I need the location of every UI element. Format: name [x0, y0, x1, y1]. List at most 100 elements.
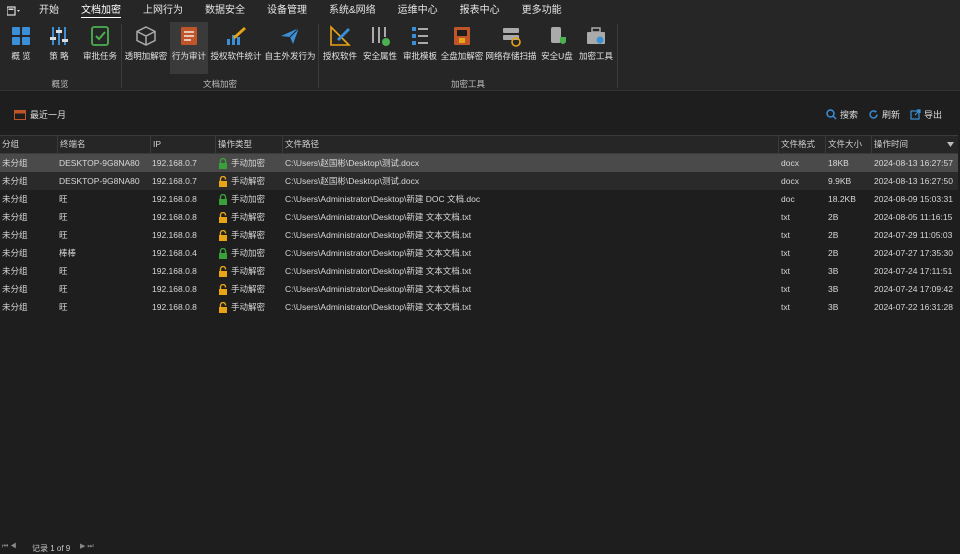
cell-time: 2024-07-29 11:05:03	[874, 230, 953, 240]
cell-path: C:\Users\Administrator\Desktop\新建 文本文档.t…	[285, 302, 472, 312]
cell-operation: 手动解密	[218, 208, 282, 226]
approval-task-button[interactable]: 审批任务	[82, 22, 118, 68]
col-header-ip[interactable]: IP	[150, 136, 215, 153]
menu-item[interactable]: 文档加密	[70, 0, 132, 22]
overview-button[interactable]: 概 览	[6, 22, 36, 68]
cell-ip: 192.168.0.8	[152, 212, 197, 222]
cell-group: 未分组	[2, 248, 28, 258]
col-header-time[interactable]: 操作时间	[871, 136, 958, 153]
operation-label: 手动解密	[231, 176, 266, 186]
cell-format: txt	[781, 248, 790, 258]
menu-item[interactable]: 数据安全	[194, 0, 256, 22]
pager-nav-icon[interactable]: ⏮ ◀	[2, 543, 17, 551]
cell-group: 未分组	[2, 230, 28, 240]
auth-software-button[interactable]: 授权软件	[321, 22, 359, 68]
menu-item[interactable]: 系统&网络	[318, 0, 387, 22]
behavior-audit-label: 行为审计	[171, 51, 206, 61]
full-disk-encrypt-button[interactable]: 全盘加解密	[441, 22, 483, 68]
self-outgoing-label: 自主外发行为	[264, 51, 316, 61]
table-row[interactable]: 未分组 旺 192.168.0.8 手动加密 C:\Users\Administrato…	[0, 190, 958, 208]
record-count: 记录 1 of 9	[32, 544, 71, 553]
lock-closed-icon	[219, 158, 227, 170]
cell-time: 2024-07-27 17:35:30	[874, 248, 953, 258]
cell-size: 3B	[828, 302, 839, 312]
col-header-operation[interactable]: 操作类型	[215, 136, 282, 153]
approval-template-button[interactable]: 审批模板	[401, 22, 439, 68]
search-label: 搜索	[839, 110, 858, 120]
self-outgoing-button[interactable]: 自主外发行为	[264, 22, 316, 68]
col-header-path[interactable]: 文件路径	[282, 136, 778, 153]
operation-label: 手动加密	[231, 194, 266, 204]
template-icon	[412, 27, 428, 45]
security-attr-button[interactable]: 安全属性	[361, 22, 399, 68]
col-header-group[interactable]: 分组	[0, 136, 57, 153]
security-attr-label: 安全属性	[362, 51, 397, 61]
table-row[interactable]: 未分组 DESKTOP-9G8NA80 192.168.0.7 手动解密 C:\User…	[0, 172, 958, 190]
cell-group: 未分组	[2, 284, 28, 294]
table-row[interactable]: 未分组 旺 192.168.0.8 手动解密 C:\Users\Administrato…	[0, 226, 958, 244]
transparent-encrypt-button[interactable]: 透明加解密	[124, 22, 168, 68]
cell-path: C:\Users\Administrator\Desktop\新建 文本文档.t…	[285, 230, 472, 240]
cell-ip: 192.168.0.8	[152, 266, 197, 276]
col-header-size[interactable]: 文件大小	[825, 136, 871, 153]
cell-terminal: DESKTOP-9G8NA80	[59, 158, 140, 168]
cube-icon	[136, 26, 156, 46]
col-header-format[interactable]: 文件格式	[778, 136, 825, 153]
cell-path: C:\Users\Administrator\Desktop\新建 DOC 文档…	[285, 194, 481, 204]
refresh-icon	[869, 110, 878, 119]
paper-plane-icon	[281, 27, 300, 44]
lock-open-icon	[219, 176, 227, 188]
table-row[interactable]: 未分组 棒棒 192.168.0.4 手动加密 C:\Users\Administrat…	[0, 244, 958, 262]
search-button[interactable]: 搜索	[826, 108, 858, 121]
lock-open-icon	[219, 302, 227, 314]
lock-open-icon	[219, 230, 227, 242]
encrypt-tool-button[interactable]: 加密工具	[577, 22, 615, 68]
refresh-button[interactable]: 刷新	[868, 108, 900, 121]
ribbon-group-encrypt-tools: 授权软件 安全属性 审批模板 全盘加解密 网络存储扫描 安全U盘 加密工具 加密…	[319, 22, 617, 90]
operation-label: 手动加密	[231, 158, 266, 168]
cell-size: 2B	[828, 230, 839, 240]
refresh-label: 刷新	[881, 110, 900, 120]
pager-next-icon[interactable]: ▶ ⏭	[80, 543, 94, 551]
cell-operation: 手动解密	[218, 226, 282, 244]
table-row[interactable]: 未分组 旺 192.168.0.8 手动解密 C:\Users\Administrato…	[0, 280, 958, 298]
period-selector[interactable]: 最近一月	[14, 108, 66, 121]
cell-size: 2B	[828, 248, 839, 258]
pen-ruler-icon	[330, 25, 351, 46]
menu-item[interactable]: 上网行为	[132, 0, 194, 22]
cell-time: 2024-07-24 17:11:51	[874, 266, 953, 276]
network-storage-scan-button[interactable]: 网络存储扫描	[485, 22, 537, 68]
table-row[interactable]: 未分组 DESKTOP-9G8NA80 192.168.0.7 手动加密 C:\User…	[0, 154, 958, 172]
behavior-audit-button[interactable]: 行为审计	[170, 22, 208, 74]
cell-path: C:\Users\赵国彬\Desktop\测试.docx	[285, 176, 420, 186]
auth-software-stats-button[interactable]: 授权软件统计	[210, 22, 262, 68]
secure-usb-button[interactable]: 安全U盘	[539, 22, 575, 68]
table-row[interactable]: 未分组 旺 192.168.0.8 手动解密 C:\Users\Administrato…	[0, 208, 958, 226]
lock-open-icon	[219, 212, 227, 224]
col-header-terminal[interactable]: 终端名	[57, 136, 150, 153]
table-row[interactable]: 未分组 旺 192.168.0.8 手动解密 C:\Users\Administrato…	[0, 298, 958, 316]
ribbon-group-label: 加密工具	[450, 79, 485, 89]
export-button[interactable]: 导出	[910, 108, 942, 121]
cell-terminal: 旺	[59, 266, 68, 276]
menu-item[interactable]: 运维中心	[387, 0, 449, 22]
transparent-encrypt-label: 透明加解密	[124, 51, 168, 61]
cell-path: C:\Users\Administrator\Desktop\新建 文本文档.t…	[285, 266, 472, 276]
cell-operation: 手动解密	[218, 172, 282, 190]
operation-label: 手动解密	[231, 284, 266, 294]
approval-task-button-label: 审批任务	[82, 51, 117, 61]
menu-item[interactable]: 报表中心	[449, 0, 511, 22]
menu-item[interactable]: 开始	[28, 0, 70, 22]
operation-label: 手动解密	[231, 230, 266, 240]
operation-label: 手动解密	[231, 302, 266, 312]
cell-terminal: 旺	[59, 194, 68, 204]
auth-software-stats-label: 授权软件统计	[210, 51, 262, 61]
policy-button[interactable]: 策 略	[44, 22, 74, 68]
app-menu-icon[interactable]	[0, 0, 28, 22]
cell-ip: 192.168.0.8	[152, 230, 197, 240]
cell-time: 2024-08-05 11:16:15	[874, 212, 953, 222]
menu-item[interactable]: 设备管理	[256, 0, 318, 22]
menu-item[interactable]: 更多功能	[511, 0, 573, 22]
table-row[interactable]: 未分组 旺 192.168.0.8 手动解密 C:\Users\Administrato…	[0, 262, 958, 280]
cell-terminal: 旺	[59, 230, 68, 240]
